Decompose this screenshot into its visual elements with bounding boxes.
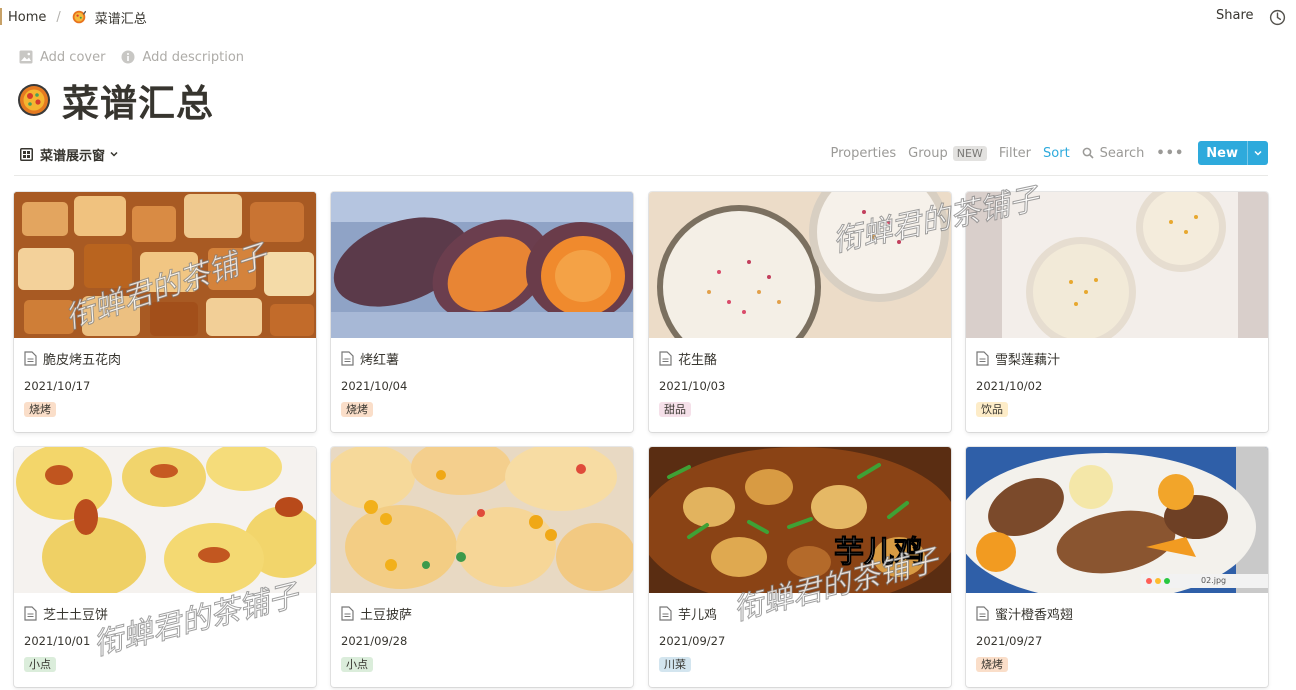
card-title-text: 烤红薯 bbox=[360, 352, 400, 368]
cover-image bbox=[14, 192, 316, 338]
card-date: 2021/10/17 bbox=[24, 379, 91, 393]
top-bar: Home / 菜谱汇总 Share bbox=[0, 0, 1296, 34]
group-button[interactable]: Group NEW bbox=[908, 145, 987, 161]
card-title: 花生酪 bbox=[659, 349, 718, 368]
cover-image bbox=[331, 192, 633, 338]
card-date: 2021/09/27 bbox=[659, 634, 726, 648]
filter-button[interactable]: Filter bbox=[999, 146, 1031, 161]
clock-icon[interactable] bbox=[1269, 9, 1286, 26]
paella-icon[interactable] bbox=[16, 82, 52, 118]
card-date: 2021/09/27 bbox=[976, 634, 1043, 648]
card-date: 2021/10/04 bbox=[341, 379, 408, 393]
cover-image bbox=[649, 192, 951, 338]
group-label: Group bbox=[908, 145, 948, 161]
cover-image bbox=[331, 447, 633, 593]
new-button[interactable]: New bbox=[1198, 141, 1268, 165]
category-tag: 小点 bbox=[341, 657, 373, 672]
card-title: 脆皮烤五花肉 bbox=[24, 349, 122, 368]
sidebar-edge bbox=[0, 8, 2, 25]
add-description-label: Add description bbox=[142, 49, 245, 65]
category-tag: 小点 bbox=[24, 657, 56, 672]
view-selector[interactable]: 菜谱展示窗 bbox=[20, 144, 126, 164]
category-tag: 烧烤 bbox=[976, 657, 1008, 672]
card-title: 土豆披萨 bbox=[341, 604, 413, 623]
info-icon bbox=[121, 50, 135, 64]
page-title[interactable]: 菜谱汇总 bbox=[62, 73, 214, 127]
chevron-down-icon bbox=[1254, 150, 1262, 156]
page-icon bbox=[341, 605, 354, 621]
cover-image bbox=[966, 192, 1268, 338]
gallery-card[interactable]: 02.jpg 蜜汁橙香鸡翅 2021/09/27 烧烤 bbox=[966, 447, 1268, 687]
card-date: 2021/09/28 bbox=[341, 634, 408, 648]
page-title-row: 菜谱汇总 bbox=[16, 77, 214, 125]
image-filename: 02.jpg bbox=[1201, 576, 1227, 585]
card-title-text: 芋儿鸡 bbox=[678, 607, 718, 623]
search-icon bbox=[1082, 147, 1094, 159]
card-title: 雪梨莲藕汁 bbox=[976, 349, 1061, 368]
card-title-text: 芝士土豆饼 bbox=[43, 607, 109, 623]
share-button[interactable]: Share bbox=[1216, 8, 1254, 23]
cover-image bbox=[966, 447, 1268, 593]
breadcrumb: Home / 菜谱汇总 bbox=[8, 8, 147, 27]
gallery-card[interactable]: 花生酪 2021/10/03 甜品 bbox=[649, 192, 951, 432]
cover-image bbox=[14, 447, 316, 593]
page-icon bbox=[24, 605, 37, 621]
chevron-down-icon bbox=[110, 151, 118, 157]
page-icon bbox=[659, 605, 672, 621]
page-icon bbox=[341, 350, 354, 366]
breadcrumb-current[interactable]: 菜谱汇总 bbox=[95, 8, 147, 27]
add-cover-button[interactable]: Add cover bbox=[19, 50, 105, 65]
new-badge: NEW bbox=[952, 145, 987, 161]
card-date: 2021/10/03 bbox=[659, 379, 726, 393]
gallery-card[interactable]: 芋儿鸡 芋儿鸡 2021/09/27 川菜 bbox=[649, 447, 951, 687]
card-title-text: 雪梨莲藕汁 bbox=[995, 352, 1061, 368]
category-tag: 饮品 bbox=[976, 402, 1008, 417]
gallery-card[interactable]: 土豆披萨 2021/09/28 小点 bbox=[331, 447, 633, 687]
card-title: 芝士土豆饼 bbox=[24, 604, 109, 623]
category-tag: 烧烤 bbox=[341, 402, 373, 417]
search-label: Search bbox=[1099, 145, 1145, 161]
category-tag: 甜品 bbox=[659, 402, 691, 417]
card-title: 芋儿鸡 bbox=[659, 604, 718, 623]
view-name: 菜谱展示窗 bbox=[40, 148, 106, 164]
page-icon bbox=[659, 350, 672, 366]
card-title-text: 脆皮烤五花肉 bbox=[43, 352, 122, 368]
database-view-bar: 菜谱展示窗 Properties Group NEW Filter Sort S… bbox=[14, 140, 1268, 176]
gallery-icon bbox=[20, 147, 33, 161]
page-meta-controls: Add cover Add description bbox=[19, 48, 260, 66]
cover-image bbox=[649, 447, 951, 593]
image-icon bbox=[19, 50, 33, 64]
new-button-label[interactable]: New bbox=[1198, 141, 1248, 165]
card-title: 蜜汁橙香鸡翅 bbox=[976, 604, 1074, 623]
category-tag: 烧烤 bbox=[24, 402, 56, 417]
view-actions: Properties Group NEW Filter Sort Search … bbox=[830, 141, 1268, 165]
search-button[interactable]: Search bbox=[1082, 145, 1145, 161]
category-tag: 川菜 bbox=[659, 657, 691, 672]
gallery-card[interactable]: 雪梨莲藕汁 2021/10/02 饮品 bbox=[966, 192, 1268, 432]
card-title-text: 土豆披萨 bbox=[360, 607, 413, 623]
more-options-icon[interactable]: ••• bbox=[1156, 146, 1184, 161]
page-icon bbox=[976, 605, 989, 621]
breadcrumb-separator: / bbox=[56, 9, 61, 25]
page-icon bbox=[24, 350, 37, 366]
new-dropdown-button[interactable] bbox=[1248, 141, 1268, 165]
gallery-card[interactable]: 烤红薯 2021/10/04 烧烤 bbox=[331, 192, 633, 432]
gallery-card[interactable]: 芝士土豆饼 2021/10/01 小点 bbox=[14, 447, 316, 687]
card-title: 烤红薯 bbox=[341, 349, 400, 368]
breadcrumb-home[interactable]: Home bbox=[8, 10, 46, 25]
card-title-text: 蜜汁橙香鸡翅 bbox=[995, 607, 1074, 623]
sort-button[interactable]: Sort bbox=[1043, 146, 1070, 161]
gallery-card[interactable]: 脆皮烤五花肉 2021/10/17 烧烤 bbox=[14, 192, 316, 432]
card-date: 2021/10/02 bbox=[976, 379, 1043, 393]
add-description-button[interactable]: Add description bbox=[121, 50, 244, 65]
card-title-text: 花生酪 bbox=[678, 352, 718, 368]
paella-icon bbox=[72, 10, 86, 24]
card-date: 2021/10/01 bbox=[24, 634, 91, 648]
page-icon bbox=[976, 350, 989, 366]
add-cover-label: Add cover bbox=[40, 49, 106, 65]
properties-button[interactable]: Properties bbox=[830, 146, 896, 161]
